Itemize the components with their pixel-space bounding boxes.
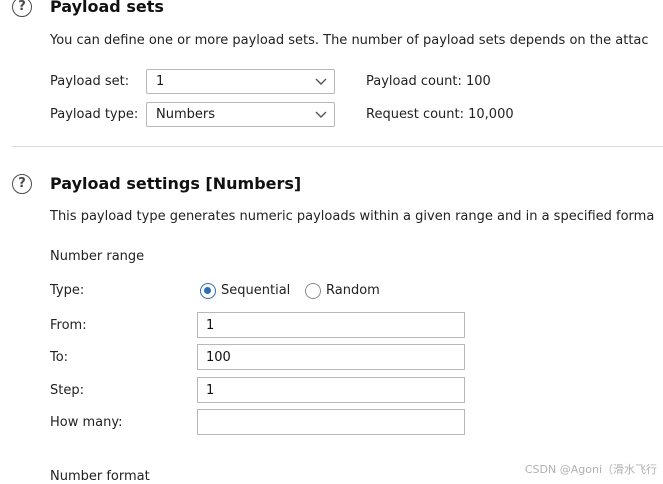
step-label: Step: (50, 383, 84, 398)
section-divider (12, 146, 663, 147)
how-many-input[interactable] (197, 409, 465, 435)
random-radio[interactable] (305, 283, 321, 299)
payload-set-label: Payload set: (50, 74, 130, 89)
payload-set-value: 1 (156, 74, 165, 89)
payload-type-value: Numbers (156, 107, 215, 122)
to-input[interactable] (197, 344, 465, 370)
payload-settings-title: Payload settings [Numbers] (50, 174, 302, 193)
request-count: Request count: 10,000 (366, 107, 514, 122)
random-label[interactable]: Random (326, 283, 380, 298)
type-label: Type: (50, 283, 85, 298)
number-format-heading: Number format (50, 469, 150, 484)
help-icon[interactable]: ? (12, 0, 32, 17)
from-label: From: (50, 318, 87, 333)
chevron-down-icon (315, 111, 327, 118)
payload-settings-description: This payload type generates numeric payl… (50, 209, 655, 224)
number-range-heading: Number range (50, 249, 145, 264)
how-many-label: How many: (50, 415, 123, 430)
to-label: To: (50, 350, 69, 365)
payload-count: Payload count: 100 (366, 74, 491, 89)
payload-type-label: Payload type: (50, 107, 139, 122)
payload-sets-description: You can define one or more payload sets.… (50, 33, 649, 48)
sequential-label[interactable]: Sequential (221, 283, 290, 298)
step-input[interactable] (197, 377, 465, 403)
payload-set-dropdown[interactable]: 1 (146, 69, 335, 94)
chevron-down-icon (315, 78, 327, 85)
payload-sets-title: Payload sets (50, 0, 164, 16)
payload-type-dropdown[interactable]: Numbers (146, 102, 335, 127)
help-icon[interactable]: ? (12, 174, 32, 194)
watermark: CSDN @Agoni（滑水飞行 (524, 463, 657, 476)
from-input[interactable] (197, 312, 465, 338)
sequential-radio[interactable] (200, 283, 216, 299)
